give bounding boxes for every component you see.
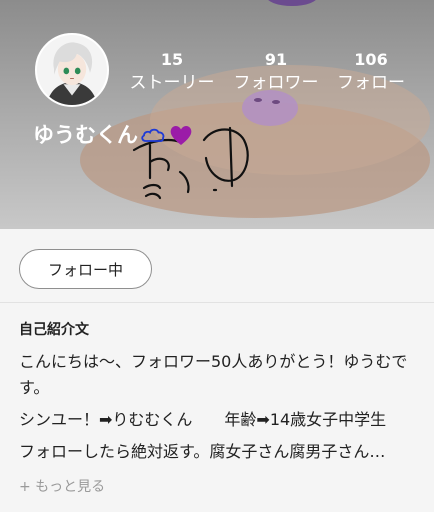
stat-label: フォロワー	[233, 73, 319, 93]
following-button[interactable]: フォロー中	[19, 249, 152, 289]
stat-count: 91	[264, 50, 288, 69]
bio-line: こんにちは〜、フォロワー50人ありがとう！ゆうむです。	[19, 352, 408, 397]
stat-stories[interactable]: 15 ストーリー	[128, 50, 216, 96]
stat-count: 15	[160, 50, 184, 69]
stat-count: 106	[354, 50, 388, 69]
bio-line: フォローしたら絶対返す。腐女子さん腐男子さん…	[19, 442, 386, 461]
stat-label: フォロー	[337, 73, 405, 93]
bio-heading: 自己紹介文	[19, 322, 89, 338]
bio-text: こんにちは〜、フォロワー50人ありがとう！ゆうむです。 シンユー！➡りむむくん …	[19, 349, 419, 471]
username: ゆうむくん	[33, 123, 138, 147]
cloud-icon	[141, 128, 165, 143]
profile-header: 15 ストーリー 91 フォロワー 106 フォロー ゆうむくん	[0, 0, 434, 229]
profile-content: フォロー中 自己紹介文 こんにちは〜、フォロワー50人ありがとう！ゆうむです。 …	[0, 229, 434, 512]
show-more-link[interactable]: + もっと見る	[19, 476, 105, 496]
avatar-image	[37, 35, 107, 105]
stat-followers[interactable]: 91 フォロワー	[232, 50, 320, 96]
profile-name-row: ゆうむくん	[33, 122, 194, 148]
stat-following[interactable]: 106 フォロー	[334, 50, 408, 96]
bio-line: シンユー！➡りむむくん 年齢➡14歳女子中学生	[19, 410, 387, 429]
stat-label: ストーリー	[129, 73, 215, 93]
avatar[interactable]	[35, 33, 109, 107]
heart-icon	[170, 125, 192, 145]
divider	[0, 302, 434, 303]
